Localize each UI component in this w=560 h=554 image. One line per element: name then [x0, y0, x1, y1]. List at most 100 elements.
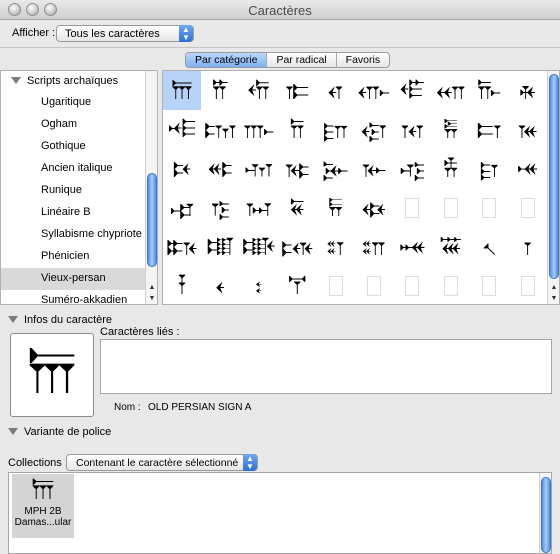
glyph-cell[interactable]: 𐏋	[278, 227, 316, 266]
category-item-linear-b[interactable]: Linéaire B	[1, 202, 146, 224]
glyph-cell[interactable]: 𐎠	[163, 71, 201, 110]
glyph-cell[interactable]: 𐏁	[278, 188, 316, 227]
glyph-cell[interactable]: 𐏓	[201, 266, 239, 304]
glyph-cell[interactable]: 𐎣	[278, 71, 316, 110]
glyph-cell[interactable]: 𐎮	[317, 110, 355, 149]
empty-glyph-cell	[470, 188, 508, 227]
empty-glyph-cell	[509, 266, 547, 304]
glyph-cell[interactable]: 𐎪	[163, 110, 201, 149]
scroll-up-icon[interactable]: ▲	[548, 282, 559, 293]
empty-glyph-cell	[432, 266, 470, 304]
glyph-cell[interactable]: 𐏍	[355, 227, 393, 266]
grid-scrollbar[interactable]: ▲ ▼	[547, 71, 559, 304]
triangle-down-icon	[8, 428, 18, 435]
glyph-cell[interactable]: 𐎵	[201, 149, 239, 188]
glyph-cell[interactable]: 𐎧	[432, 71, 470, 110]
triangle-down-icon	[11, 77, 21, 84]
glyph-cell[interactable]: 𐏊	[240, 227, 278, 266]
tab-by-category[interactable]: Par catégorie	[186, 53, 268, 67]
glyph-cell[interactable]: 𐏈	[163, 227, 201, 266]
glyph-cell[interactable]: 𐏎	[393, 227, 431, 266]
category-item-old-persian[interactable]: Vieux-persan	[1, 268, 146, 290]
font-variant-scrollbar[interactable]	[539, 473, 551, 553]
glyph-cell[interactable]: 𐎬	[240, 110, 278, 149]
glyph-cell[interactable]: 𐎱	[432, 110, 470, 149]
empty-glyph-cell	[393, 266, 431, 304]
character-grid-panel: 𐎠𐎡𐎢𐎣𐎤𐎥𐎦𐎧𐎨𐎩 𐎪𐎫𐎬𐎭𐎮𐎯𐎰𐎱𐎲𐎳 𐎴𐎵𐎶𐎷𐎸𐎹𐎺𐎻𐎼𐎽 𐎾𐎿𐏀𐏁𐏂𐏃 𐏈𐏉𐏊𐏋…	[162, 70, 560, 305]
glyph-cell[interactable]: 𐎼	[470, 149, 508, 188]
character-info-toggle[interactable]: Infos du caractère	[8, 314, 112, 326]
glyph-cell[interactable]: 𐎹	[355, 149, 393, 188]
glyph-cell[interactable]: 𐏀	[240, 188, 278, 227]
category-item-sumero-akkadian[interactable]: Suméro-akkadien	[1, 290, 146, 304]
glyph-cell[interactable]: 𐎥	[355, 71, 393, 110]
glyph-cell[interactable]: 𐏃	[355, 188, 393, 227]
scroll-up-icon[interactable]: ▲	[146, 282, 157, 293]
scroll-down-icon[interactable]: ▼	[548, 293, 559, 304]
font-variant-name-line1: MPH 2B	[24, 506, 62, 517]
grid-scroll-thumb[interactable]	[549, 74, 559, 279]
tab-favorites[interactable]: Favoris	[337, 53, 389, 67]
glyph-cell[interactable]: 𐏉	[201, 227, 239, 266]
category-item-ugaritic[interactable]: Ugaritique	[1, 92, 146, 114]
glyph-cell[interactable]: 𐎷	[278, 149, 316, 188]
glyph-cell[interactable]: 𐏔	[240, 266, 278, 304]
category-scrollbar[interactable]: ▲ ▼	[145, 71, 157, 304]
glyph-cell[interactable]: 𐏒	[163, 266, 201, 304]
category-item-old-italic[interactable]: Ancien italique	[1, 158, 146, 180]
glyph-cell[interactable]: 𐎳	[509, 110, 547, 149]
empty-glyph-cell	[355, 266, 393, 304]
show-select[interactable]: Tous les caractères ▲ ▼	[56, 25, 194, 42]
category-group-header[interactable]: Scripts archaïques	[11, 75, 118, 87]
glyph-cell[interactable]: 𐏕	[278, 266, 316, 304]
glyph-cell[interactable]: 𐎯	[355, 110, 393, 149]
glyph-cell[interactable]: 𐎭	[278, 110, 316, 149]
empty-glyph-cell	[432, 188, 470, 227]
glyph-cell[interactable]: 𐎰	[393, 110, 431, 149]
category-item-phoenician[interactable]: Phénicien	[1, 246, 146, 268]
glyph-cell[interactable]: 𐏑	[509, 227, 547, 266]
characters-window: Caractères Afficher : Tous les caractère…	[0, 0, 560, 554]
glyph-cell[interactable]: 𐎽	[509, 149, 547, 188]
related-characters-label: Caractères liés :	[100, 326, 180, 338]
glyph-cell[interactable]: 𐎶	[240, 149, 278, 188]
tab-by-radical[interactable]: Par radical	[267, 53, 337, 67]
character-info-label: Infos du caractère	[24, 314, 113, 326]
glyph-cell[interactable]: 𐏂	[317, 188, 355, 227]
glyph-cell[interactable]: 𐎢	[240, 71, 278, 110]
glyph-cell[interactable]: 𐎦	[393, 71, 431, 110]
scroll-down-icon[interactable]: ▼	[146, 293, 157, 304]
category-scroll-thumb[interactable]	[147, 173, 157, 267]
view-tabs: Par catégorie Par radical Favoris	[185, 52, 391, 68]
glyph-cell[interactable]: 𐎴	[163, 149, 201, 188]
glyph-cell[interactable]: 𐎻	[432, 149, 470, 188]
character-name-value: OLD PERSIAN SIGN A	[148, 402, 252, 413]
font-variant-scroll-thumb[interactable]	[541, 477, 551, 553]
glyph-cell[interactable]: 𐎸	[317, 149, 355, 188]
glyph-cell[interactable]: 𐎡	[201, 71, 239, 110]
glyph-cell[interactable]: 𐎤	[317, 71, 355, 110]
glyph-cell[interactable]: 𐎩	[509, 71, 547, 110]
category-item-cypriot[interactable]: Syllabisme chypriote	[1, 224, 146, 246]
collections-label: Collections :	[8, 457, 68, 469]
category-group-label: Scripts archaïques	[27, 75, 119, 87]
category-item-runic[interactable]: Runique	[1, 180, 146, 202]
glyph-cell[interactable]: 𐎺	[393, 149, 431, 188]
glyph-cell[interactable]: 𐏏	[432, 227, 470, 266]
character-preview: 𐎠	[10, 333, 94, 417]
glyph-cell[interactable]: 𐎲	[470, 110, 508, 149]
glyph-cell[interactable]: 𐎫	[201, 110, 239, 149]
collections-select[interactable]: Contenant le caractère sélectionné ▲ ▼	[66, 454, 258, 471]
glyph-cell[interactable]: 𐎨	[470, 71, 508, 110]
category-item-ogham[interactable]: Ogham	[1, 114, 146, 136]
glyph-cell[interactable]: 𐏐	[470, 227, 508, 266]
glyph-cell[interactable]: 𐎾	[163, 188, 201, 227]
font-variant-item[interactable]: 𐎠 MPH 2B Damas...ular	[12, 474, 74, 538]
related-characters-box	[100, 339, 552, 394]
font-variant-toggle[interactable]: Variante de police	[8, 426, 111, 438]
updown-arrows-icon: ▲ ▼	[243, 454, 257, 471]
category-item-gothic[interactable]: Gothique	[1, 136, 146, 158]
triangle-down-icon	[8, 316, 18, 323]
glyph-cell[interactable]: 𐎿	[201, 188, 239, 227]
glyph-cell[interactable]: 𐏌	[317, 227, 355, 266]
